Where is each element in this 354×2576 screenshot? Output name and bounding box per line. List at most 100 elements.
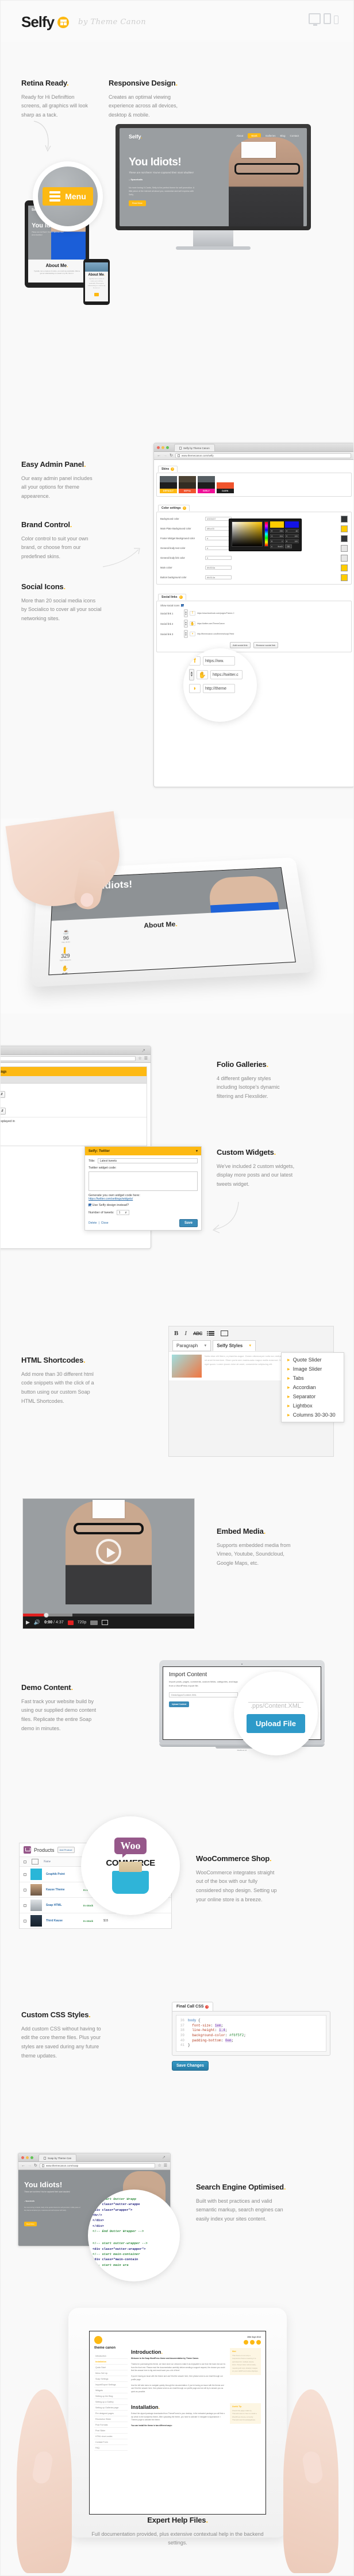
menu-item-separator[interactable]: ▶ Separator	[282, 1392, 344, 1401]
play-icon[interactable]: ▶	[26, 1619, 30, 1626]
color-row-input[interactable]: #	[205, 536, 232, 540]
video-progress-bar[interactable]	[23, 1612, 194, 1618]
save-changes-button[interactable]: Save Changes	[172, 2061, 209, 2071]
hex-input[interactable]: # ffcc00	[270, 544, 284, 548]
captions-icon[interactable]	[67, 1620, 74, 1625]
url-input[interactable]: www.themecanon.com/selfy	[175, 453, 351, 458]
video-player[interactable]: ▶ 🔊 0:00 / 4:37 720p	[22, 1498, 195, 1629]
maximize-icon[interactable]	[30, 2156, 33, 2159]
minimize-icon[interactable]	[161, 446, 164, 449]
color-swatch[interactable]	[341, 535, 348, 542]
widget-code-textarea[interactable]	[88, 1171, 198, 1191]
category-gallery[interactable]: Gallery	[1, 1125, 143, 1131]
blue-input[interactable]: B0	[270, 539, 284, 543]
upload-content-button[interactable]: Upload Content	[169, 1701, 190, 1707]
chevron-down-icon[interactable]: ▾	[196, 1149, 198, 1153]
product-name[interactable]: Kause Theme	[46, 1888, 79, 1892]
product-name[interactable]: Third Kause	[46, 1919, 79, 1923]
help-icon[interactable]: ?	[205, 2005, 209, 2009]
menu-button[interactable]: Menu	[43, 187, 93, 206]
widget-delete-link[interactable]: Delete	[88, 1221, 97, 1225]
select-all-checkbox[interactable]	[24, 1860, 26, 1863]
row-checkbox[interactable]	[24, 1888, 26, 1892]
widget-title-input[interactable]: Latest tweets	[97, 1158, 198, 1163]
color-row-input[interactable]: #ffcc00	[205, 527, 232, 531]
help-icon[interactable]: ?	[182, 506, 186, 510]
menu-item-quote-slider[interactable]: ▶ Quote Slider	[282, 1355, 344, 1364]
selfy-styles-select[interactable]: Selfy Styles ▼	[213, 1340, 256, 1351]
lens-social-url[interactable]: https://twitter.c	[210, 670, 243, 679]
menu-item-lightbox[interactable]: ▶ Lightbox	[282, 1401, 344, 1410]
social-link-url[interactable]: http://themecanon.com/themes/soap/?feed	[197, 633, 234, 635]
lens-social-url[interactable]: http://theme	[203, 684, 235, 693]
checkbox[interactable]	[88, 1204, 91, 1206]
skin-default[interactable]: DEFAULT	[160, 476, 177, 493]
nav-item-blog[interactable]: Blog	[280, 134, 285, 137]
skin-sepia[interactable]: SEPIA	[179, 476, 196, 493]
bookmark-star-icon[interactable]: ☆	[157, 2164, 161, 2168]
lens-social-url[interactable]: https://ww.	[203, 656, 235, 666]
color-swatch[interactable]	[341, 515, 348, 523]
italic-icon[interactable]: I	[184, 1330, 187, 1337]
help-icon[interactable]: ?	[179, 595, 183, 599]
category-uncategorized[interactable]: Uncategorized	[1, 1138, 143, 1143]
color-swatch[interactable]	[341, 564, 348, 571]
color-row-input[interactable]: #	[205, 546, 232, 550]
brightness-input[interactable]: B 100	[285, 539, 299, 543]
generate-widget-link[interactable]: https://twitter.com/settings/widgets/	[88, 1197, 198, 1201]
video-quality[interactable]: 720p	[78, 1620, 87, 1624]
skin-dark[interactable]: DARK	[217, 476, 234, 493]
url-input[interactable]	[1, 1056, 136, 1061]
color-swatch[interactable]	[341, 574, 348, 581]
bookmark-star-icon[interactable]: ☆	[138, 1057, 141, 1061]
seo-read-more-button[interactable]: Read More	[24, 2222, 37, 2226]
fullscreen-icon[interactable]	[102, 1620, 109, 1625]
color-row-input[interactable]: #	[205, 556, 232, 560]
nav-item-contact[interactable]: Contact	[290, 134, 299, 137]
maximize-icon[interactable]	[166, 446, 169, 449]
bold-icon[interactable]: B	[174, 1330, 178, 1337]
widget-header[interactable]: Selfy: Twitter ▾	[85, 1147, 201, 1155]
clicking-image-select[interactable]: Opens lightbox⇵	[1, 1108, 6, 1115]
product-name[interactable]: Graphik Point	[46, 1873, 79, 1876]
gallery-style-select[interactable]: Gallery Style 1⇵	[1, 1091, 6, 1098]
help-icon[interactable]: ?	[171, 467, 175, 471]
saturation-input[interactable]: S 100	[285, 534, 299, 538]
social-link-url[interactable]: https://twitter.com/ThemeCanon	[197, 622, 225, 625]
hero-read-more-button[interactable]: Read More	[129, 200, 146, 207]
color-swatch[interactable]	[341, 544, 348, 552]
menu-item-accordian[interactable]: ▶ Accordian	[282, 1383, 344, 1392]
color-row-input[interactable]: #fc504a	[205, 566, 232, 570]
remove-social-link-button[interactable]: Remove social link	[253, 642, 278, 648]
menu-item-columns[interactable]: ▶ Columns 30-30-30	[282, 1410, 344, 1419]
red-input[interactable]: R 255	[270, 529, 284, 533]
browser-tab[interactable]: Soap by Theme Can	[39, 2154, 77, 2161]
add-social-link-button[interactable]: Add social link	[230, 642, 251, 648]
strikethrough-icon[interactable]: ABC	[193, 1331, 202, 1336]
show-social-checkbox[interactable]	[181, 604, 184, 607]
dribbble-icon[interactable]	[256, 2340, 261, 2345]
menu-item-tabs[interactable]: ▶ Tabs	[282, 1374, 344, 1383]
forward-arrow-icon[interactable]: →	[28, 2164, 32, 2168]
css-code-area[interactable]: 36 body { 37 font-size: 1em; 38 line-heig…	[176, 2015, 326, 2052]
saturation-gradient[interactable]	[232, 521, 263, 547]
widget-close-link[interactable]: Close	[101, 1221, 109, 1225]
url-input[interactable]: www.themecanon.com/soap	[39, 2163, 156, 2168]
theater-mode-icon[interactable]	[90, 1620, 98, 1625]
color-swatch[interactable]	[341, 554, 348, 562]
menu-item-image-slider[interactable]: ▶ Image Slider	[282, 1364, 344, 1374]
row-checkbox[interactable]	[24, 1919, 26, 1923]
bullet-list-icon[interactable]	[206, 1330, 214, 1336]
back-arrow-icon[interactable]: ←	[157, 454, 161, 458]
upload-file-button[interactable]: Upload File	[246, 1714, 306, 1733]
order-stepper[interactable]: ▲ ▼	[184, 630, 188, 638]
reload-icon[interactable]: ↻	[34, 2164, 37, 2168]
expand-icon[interactable]: ↗	[162, 2155, 166, 2160]
format-select[interactable]: Paragraph ▼	[172, 1340, 211, 1351]
nav-item-about[interactable]: About	[237, 134, 244, 137]
minimize-icon[interactable]	[26, 2156, 29, 2159]
order-stepper[interactable]: ▲ ▼	[189, 669, 194, 680]
hamburger-menu-icon[interactable]: ☰	[144, 1057, 148, 1061]
table-icon[interactable]	[220, 1330, 228, 1336]
twitter-icon[interactable]	[250, 2340, 255, 2345]
